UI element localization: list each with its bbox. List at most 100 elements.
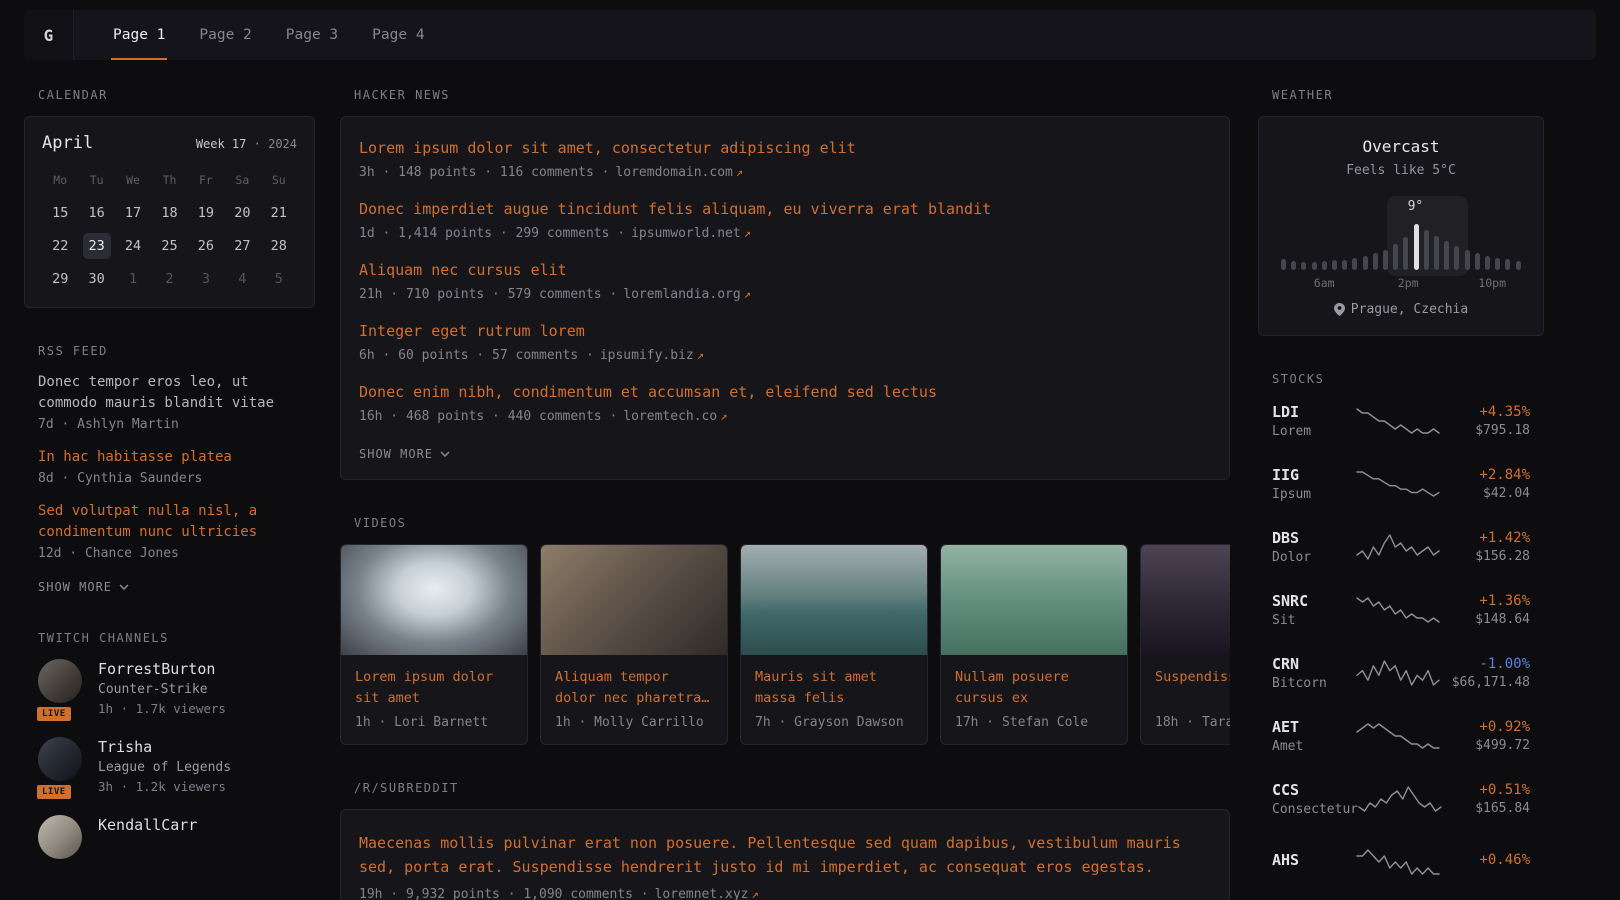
channel-game: League of Legends xyxy=(98,760,231,775)
story-link[interactable]: Donec imperdiet augue tincidunt felis al… xyxy=(359,199,1211,220)
stock-sparkline xyxy=(1356,406,1440,436)
video-card[interactable]: Lorem ipsum dolor sit amet consectetu… 1… xyxy=(340,544,528,745)
calendar-day-next-month: 5 xyxy=(265,266,293,292)
stock-values: +1.42% $156.28 xyxy=(1440,530,1530,564)
stock-change: +1.42% xyxy=(1440,530,1530,546)
calendar-day: 17 xyxy=(119,200,147,226)
tab-page-2[interactable]: Page 2 xyxy=(182,10,268,60)
weather-bar xyxy=(1373,253,1378,270)
widget-title-hackernews: HACKER NEWS xyxy=(340,88,1230,102)
video-thumbnail[interactable] xyxy=(341,545,527,655)
stock-ticker: SNRC xyxy=(1272,592,1356,610)
video-meta: 7h · Grayson Dawson xyxy=(741,709,927,744)
weather-card: Overcast Feels like 5°C 9° 6am 2pm 10pm … xyxy=(1258,116,1544,336)
video-title-link[interactable]: Mauris sit amet massa felis xyxy=(741,655,927,709)
calendar-day-next-month: 2 xyxy=(155,266,183,292)
tab-page-3[interactable]: Page 3 xyxy=(269,10,355,60)
hackernews-card: Lorem ipsum dolor sit amet, consectetur … xyxy=(340,116,1230,480)
channel-avatar xyxy=(38,815,82,859)
avatar-wrap xyxy=(38,815,84,859)
stock-ticker: DBS xyxy=(1272,529,1356,547)
stock-values: +0.92% $499.72 xyxy=(1440,719,1530,753)
story-domain-link[interactable]: loremdomain.com xyxy=(615,165,732,180)
calendar-day: 27 xyxy=(228,233,256,259)
tab-page-1[interactable]: Page 1 xyxy=(96,10,182,60)
hackernews-show-more-button[interactable]: SHOW MORE xyxy=(359,447,450,461)
rss-headline-link[interactable]: Sed volutpat nulla nisl, a condimentum n… xyxy=(38,501,301,543)
calendar-day: 28 xyxy=(265,233,293,259)
video-thumbnail[interactable] xyxy=(941,545,1127,655)
weather-bar xyxy=(1332,260,1337,270)
calendar-day-next-month: 4 xyxy=(228,266,256,292)
video-card[interactable]: Aliquam tempor dolor nec pharetra… 1h · … xyxy=(540,544,728,745)
twitch-channel[interactable]: KendallCarr xyxy=(38,815,301,859)
stock-ticker: AHS xyxy=(1272,851,1356,869)
widget-title-rss: RSS FEED xyxy=(38,344,301,358)
stock-row: SNRC Sit +1.36% $148.64 xyxy=(1272,589,1530,630)
story-domain-link[interactable]: loremtech.co xyxy=(623,409,717,424)
post-stats: 19h · 9,932 points · 1,090 comments · xyxy=(359,887,649,900)
story-domain-link[interactable]: ipsumify.biz xyxy=(600,348,694,363)
story-domain-link[interactable]: ipsumworld.net xyxy=(631,226,741,241)
tab-page-4[interactable]: Page 4 xyxy=(355,10,441,60)
weather-bar xyxy=(1312,262,1317,270)
video-card[interactable]: Nullam posuere cursus ex 17h · Stefan Co… xyxy=(940,544,1128,745)
video-thumbnail[interactable] xyxy=(541,545,727,655)
channel-game: Counter-Strike xyxy=(98,682,226,697)
calendar-day: 19 xyxy=(192,200,220,226)
video-thumbnail[interactable] xyxy=(1141,545,1230,655)
rss-headline-link[interactable]: Donec tempor eros leo, ut commodo mauris… xyxy=(38,372,301,414)
stock-values: +4.35% $795.18 xyxy=(1440,404,1530,438)
stock-change: +4.35% xyxy=(1440,404,1530,420)
weather-widget: WEATHER Overcast Feels like 5°C 9° 6am 2… xyxy=(1258,88,1544,336)
story-item: Donec imperdiet augue tincidunt felis al… xyxy=(359,199,1211,241)
stock-change: +0.51% xyxy=(1442,782,1530,798)
show-more-label: SHOW MORE xyxy=(359,447,433,461)
video-thumbnail[interactable] xyxy=(741,545,927,655)
page-tabs: Page 1 Page 2 Page 3 Page 4 xyxy=(96,10,442,60)
calendar-day: 15 xyxy=(46,200,74,226)
story-meta: 1d · 1,414 points · 299 comments ·ipsumw… xyxy=(359,226,1211,241)
post-item: Maecenas mollis pulvinar erat non posuer… xyxy=(359,831,1211,900)
weather-bar xyxy=(1393,244,1398,270)
stock-change: +1.36% xyxy=(1440,593,1530,609)
channel-info: ForrestBurton Counter-Strike 1h · 1.7k v… xyxy=(98,659,226,716)
video-card[interactable]: Suspendisse diam 18h · Tara xyxy=(1140,544,1230,745)
weather-bar xyxy=(1403,237,1408,270)
twitch-channel[interactable]: LIVE Trisha League of Legends 3h · 1.2k … xyxy=(38,737,301,794)
stock-id: LDI Lorem xyxy=(1272,403,1356,439)
stock-row: LDI Lorem +4.35% $795.18 xyxy=(1272,400,1530,441)
video-title-link[interactable]: Nullam posuere cursus ex xyxy=(941,655,1127,709)
video-title-link[interactable]: Lorem ipsum dolor sit amet consectetu… xyxy=(341,655,527,709)
twitch-channel[interactable]: LIVE ForrestBurton Counter-Strike 1h · 1… xyxy=(38,659,301,716)
calendar-day: 18 xyxy=(155,200,183,226)
video-card[interactable]: Mauris sit amet massa felis 7h · Grayson… xyxy=(740,544,928,745)
stock-name: Lorem xyxy=(1272,424,1356,439)
calendar-dow: Th xyxy=(151,173,187,187)
stock-sparkline xyxy=(1356,658,1440,688)
stock-price: $42.04 xyxy=(1440,486,1530,501)
story-link[interactable]: Donec enim nibh, condimentum et accumsan… xyxy=(359,382,1211,403)
story-stats: 3h · 148 points · 116 comments · xyxy=(359,165,609,180)
external-link-icon: ↗ xyxy=(744,287,751,301)
weather-bar xyxy=(1301,262,1306,270)
post-link[interactable]: Maecenas mollis pulvinar erat non posuer… xyxy=(359,831,1211,879)
post-domain-link[interactable]: loremnet.xyz xyxy=(655,887,749,900)
stock-sparkline xyxy=(1358,784,1442,814)
channel-name: KendallCarr xyxy=(98,816,197,834)
video-title-link[interactable]: Suspendisse diam xyxy=(1141,655,1230,709)
live-badge: LIVE xyxy=(35,705,73,723)
calendar-widget: CALENDAR April Week 17 · 2024 Mo Tu We T… xyxy=(24,88,315,308)
calendar-header: April Week 17 · 2024 xyxy=(42,133,297,153)
story-link[interactable]: Aliquam nec cursus elit xyxy=(359,260,1211,281)
story-domain-link[interactable]: loremlandia.org xyxy=(623,287,740,302)
rss-show-more-button[interactable]: SHOW MORE xyxy=(38,580,129,594)
video-title-link[interactable]: Aliquam tempor dolor nec pharetra… xyxy=(541,655,727,709)
dashboard-columns: CALENDAR April Week 17 · 2024 Mo Tu We T… xyxy=(0,88,1620,900)
stock-id: AET Amet xyxy=(1272,718,1356,754)
story-link[interactable]: Lorem ipsum dolor sit amet, consectetur … xyxy=(359,138,1211,159)
channel-avatar xyxy=(38,737,82,781)
story-link[interactable]: Integer eget rutrum lorem xyxy=(359,321,1211,342)
calendar-day: 24 xyxy=(119,233,147,259)
rss-headline-link[interactable]: In hac habitasse platea xyxy=(38,447,301,468)
